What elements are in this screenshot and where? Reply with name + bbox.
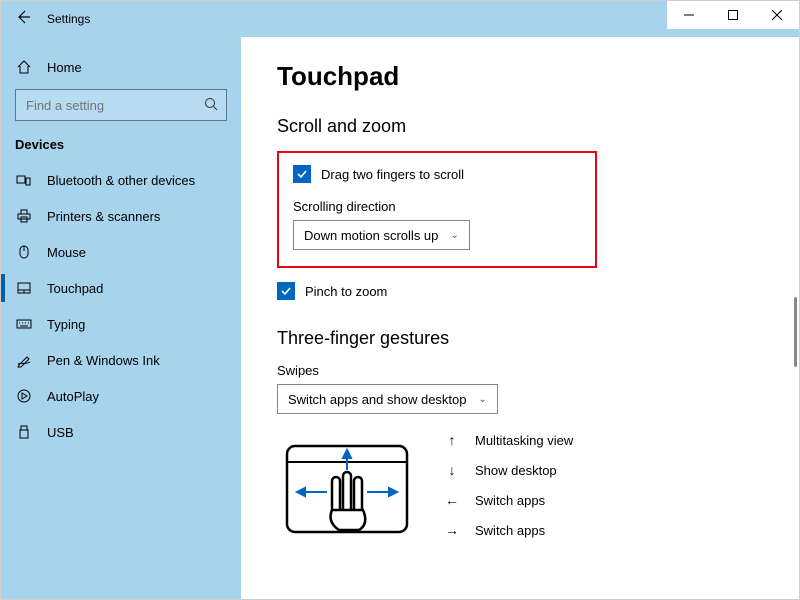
sidebar-item-label: Mouse <box>47 245 86 260</box>
usb-icon <box>15 423 33 441</box>
sidebar-item-bluetooth[interactable]: Bluetooth & other devices <box>1 162 241 198</box>
arrow-left-icon: ← <box>445 492 459 508</box>
sidebar-item-autoplay[interactable]: AutoPlay <box>1 378 241 414</box>
gesture-up: ↑ Multitasking view <box>445 432 573 448</box>
search-input[interactable] <box>15 89 227 121</box>
arrow-right-icon: → <box>445 522 459 538</box>
keyboard-icon <box>15 315 33 333</box>
sidebar-item-label: Pen & Windows Ink <box>47 353 160 368</box>
printer-icon <box>15 207 33 225</box>
scroll-direction-dropdown[interactable]: Down motion scrolls up ⌄ <box>293 220 470 250</box>
sidebar-category: Devices <box>1 131 241 162</box>
page-title: Touchpad <box>277 61 771 92</box>
gesture-label: Switch apps <box>475 523 545 538</box>
sidebar-item-mouse[interactable]: Mouse <box>1 234 241 270</box>
devices-icon <box>15 171 33 189</box>
sidebar-home-label: Home <box>47 60 82 75</box>
highlight-box: Drag two fingers to scroll Scrolling dir… <box>277 151 597 268</box>
arrow-down-icon: ↓ <box>445 462 459 478</box>
sidebar-item-label: AutoPlay <box>47 389 99 404</box>
chevron-down-icon: ⌄ <box>479 394 487 405</box>
sidebar-item-pen[interactable]: Pen & Windows Ink <box>1 342 241 378</box>
window-title: Settings <box>39 12 90 26</box>
scrollbar-thumb[interactable] <box>794 297 797 367</box>
sidebar-item-typing[interactable]: Typing <box>1 306 241 342</box>
arrow-up-icon: ↑ <box>445 432 459 448</box>
sidebar-item-label: Bluetooth & other devices <box>47 173 195 188</box>
scroll-direction-label: Scrolling direction <box>293 199 581 214</box>
sidebar-item-label: Typing <box>47 317 85 332</box>
maximize-button[interactable] <box>711 1 755 29</box>
pen-icon <box>15 351 33 369</box>
swipes-dropdown[interactable]: Switch apps and show desktop ⌄ <box>277 384 498 414</box>
search-field[interactable] <box>24 97 184 114</box>
dropdown-value: Switch apps and show desktop <box>288 392 467 407</box>
home-icon <box>15 58 33 76</box>
sidebar-item-touchpad[interactable]: Touchpad <box>1 270 241 306</box>
autoplay-icon <box>15 387 33 405</box>
sidebar-item-label: Touchpad <box>47 281 103 296</box>
gesture-illustration <box>277 432 417 542</box>
touchpad-icon <box>15 279 33 297</box>
chevron-down-icon: ⌄ <box>450 230 458 241</box>
checkbox-label: Pinch to zoom <box>305 284 387 299</box>
sidebar-item-label: USB <box>47 425 74 440</box>
checkbox-drag-two-fingers[interactable] <box>293 165 311 183</box>
sidebar-item-label: Printers & scanners <box>47 209 160 224</box>
sidebar-item-usb[interactable]: USB <box>1 414 241 450</box>
search-icon <box>204 97 218 114</box>
gesture-left: ← Switch apps <box>445 492 573 508</box>
gesture-down: ↓ Show desktop <box>445 462 573 478</box>
section-heading-three-finger: Three-finger gestures <box>277 328 771 349</box>
section-heading-scroll-zoom: Scroll and zoom <box>277 116 771 137</box>
dropdown-value: Down motion scrolls up <box>304 228 438 243</box>
gesture-label: Show desktop <box>475 463 557 478</box>
sidebar-item-printers[interactable]: Printers & scanners <box>1 198 241 234</box>
mouse-icon <box>15 243 33 261</box>
sidebar-home[interactable]: Home <box>1 49 241 85</box>
checkbox-pinch-zoom[interactable] <box>277 282 295 300</box>
gesture-right: → Switch apps <box>445 522 573 538</box>
close-button[interactable] <box>755 1 799 29</box>
gesture-label: Multitasking view <box>475 433 573 448</box>
gesture-label: Switch apps <box>475 493 545 508</box>
back-button[interactable] <box>15 9 39 30</box>
minimize-button[interactable] <box>667 1 711 29</box>
swipes-label: Swipes <box>277 363 771 378</box>
checkbox-label: Drag two fingers to scroll <box>321 167 464 182</box>
